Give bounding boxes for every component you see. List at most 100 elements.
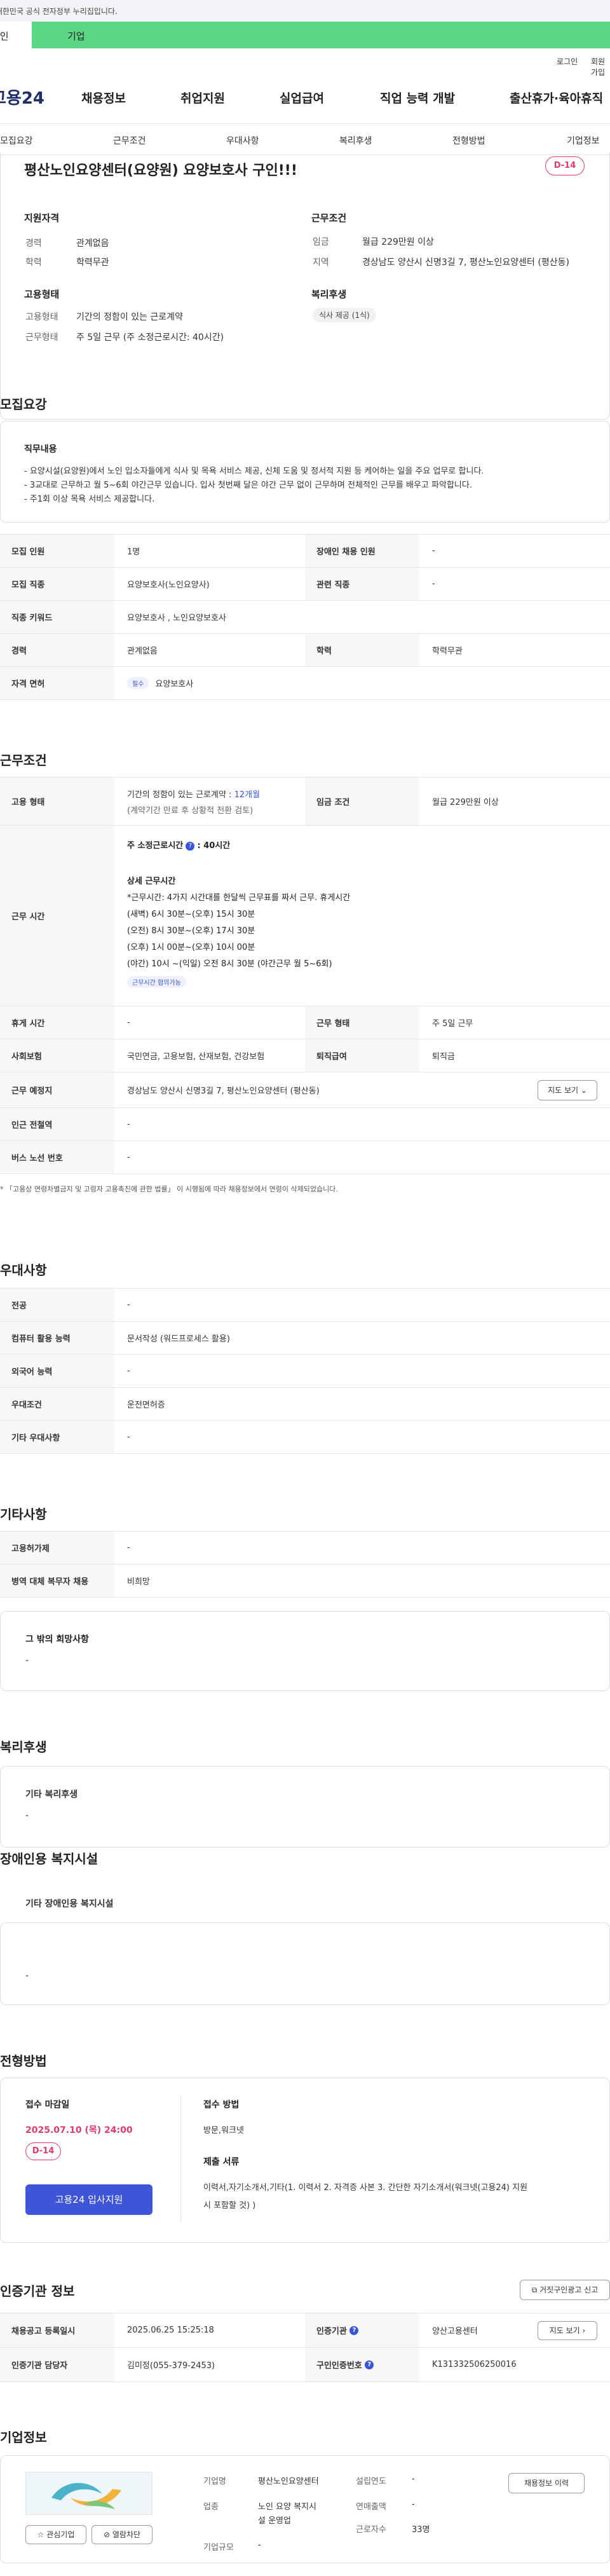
subnav-company[interactable]: 기업정보 — [567, 134, 600, 147]
help-icon[interactable]: ? — [186, 841, 195, 851]
reg-label: 채용공고 등록일시 — [0, 2313, 114, 2347]
major-label: 전공 — [0, 1289, 114, 1321]
detail-line-4: (오후) 1시 00분~(오후) 10시 00분 — [127, 943, 255, 952]
founded-value: - — [412, 2474, 415, 2484]
welfare-pill: 식사 제공 (1식) — [313, 308, 376, 322]
nav-leave[interactable]: 출산휴가·육아휴직 — [510, 89, 603, 106]
detail-title: 상세 근무시간 — [127, 877, 176, 886]
table-row: 휴게 시간 - 근무 형태 주 5일 근무 — [0, 1006, 610, 1039]
insurance-value: 국민연금, 고용보험, 산재보험, 건강보험 — [127, 1052, 265, 1062]
join-link[interactable]: 회원가입 — [591, 56, 610, 78]
keyword-value: 요양보호사 , 노인요양보호사 — [127, 613, 226, 623]
subnav-process[interactable]: 전형방법 — [452, 134, 485, 147]
table-row: 전공 - — [0, 1289, 610, 1322]
welfare-section-title: 복리후생 — [0, 1739, 47, 1755]
career-value: 관계없음 — [76, 238, 109, 249]
help-icon[interactable]: ? — [349, 2326, 359, 2335]
hours-main-label: 주 소정근로시간 — [127, 841, 184, 851]
size-label: 기업규모 — [203, 2543, 234, 2552]
docs-title: 제출 서류 — [203, 2157, 240, 2167]
reg-value: 2025.06.25 15:25:18 — [127, 2326, 214, 2335]
manager-value: 김미정(055-379-2453) — [127, 2361, 215, 2371]
docs-value-2: 시 포함할 것) ) — [203, 2201, 256, 2210]
rest-label: 휴게 시간 — [0, 1006, 114, 1039]
place-label: 근무 예정지 — [0, 1072, 114, 1107]
copy-icon: ⧉ — [531, 2285, 538, 2294]
apply-button[interactable]: 고용24 입사지원 — [25, 2184, 152, 2215]
subnav-pref[interactable]: 우대사항 — [226, 134, 259, 147]
table-row: 근무 시간 주 소정근로시간 ? : 40시간 상세 근무시간 *근무시간: 4… — [0, 826, 610, 1006]
edu-row-label: 학력 — [305, 634, 419, 666]
pref-etc-label: 기타 우대사항 — [0, 1421, 114, 1453]
detail-line-2: (새벽) 6시 30분~(오후) 15시 30분 — [127, 910, 255, 919]
emptype-label: 고용형태 — [25, 312, 58, 322]
lang-label: 외국어 능력 — [0, 1355, 114, 1387]
hours-main-value: : 40시간 — [197, 841, 231, 851]
recruit-section-title: 모집요강 — [0, 397, 47, 412]
disabled-value: - — [432, 546, 435, 556]
subnav-welfare[interactable]: 복리후생 — [339, 134, 372, 147]
num-label: 구인인증번호 — [316, 2361, 362, 2371]
help-icon[interactable]: ? — [365, 2360, 374, 2369]
nav-training[interactable]: 직업 능력 개발 — [380, 89, 455, 106]
nav-unemployment[interactable]: 실업급여 — [280, 89, 324, 106]
nav-employment-support[interactable]: 취업지원 — [180, 89, 225, 106]
map-button[interactable]: 지도 보기 ⌄ — [538, 1080, 597, 1100]
edu-row-value: 학력무관 — [432, 647, 463, 656]
user-type-tabs: 개인 기업 — [0, 22, 610, 48]
career-label: 경력 — [25, 238, 42, 249]
support-value: - — [127, 1543, 130, 1552]
company-name-value: 평산노인요양센터 — [258, 2477, 319, 2486]
site-logo[interactable]: 고용24 — [0, 85, 44, 109]
process-section-title: 전형방법 — [0, 2053, 47, 2069]
tab-company[interactable]: 기업 — [32, 22, 610, 48]
company-name-label: 기업명 — [203, 2477, 226, 2486]
agency-map-button[interactable]: 지도 보기 › — [538, 2321, 597, 2340]
place-value: 경상남도 양산시 신명3길 7, 평산노인요양센터 (평산동) — [127, 1086, 320, 1096]
nav-jobs[interactable]: 채용정보 — [81, 89, 126, 106]
job-title: 평산노인요양센터(요양원) 요양보호사 구인!!! — [24, 163, 297, 179]
dday-badge: D-14 — [545, 156, 585, 175]
other-value: - — [25, 1655, 29, 1666]
block-view-button[interactable]: ⊘ 열람차단 — [92, 2525, 152, 2544]
employees-label: 근로자수 — [356, 2525, 386, 2535]
org-label: 인증기관 — [316, 2327, 347, 2336]
other-card — [0, 1611, 610, 1691]
recruit-history-button[interactable]: 채용정보 이력 — [508, 2473, 585, 2493]
agency-section-title: 인증기관 정보 — [0, 2284, 75, 2299]
subnav-recruit[interactable]: 모집요강 — [0, 134, 33, 147]
bus-value: - — [127, 1153, 130, 1162]
favorite-company-button[interactable]: ☆ 관심기업 — [25, 2525, 86, 2544]
tab-person[interactable]: 개인 — [0, 22, 32, 48]
pref-section-title: 우대사항 — [0, 1263, 47, 1278]
emptype-row-label: 고용 형태 — [0, 778, 114, 825]
login-link[interactable]: 로그인 — [557, 56, 578, 67]
docs-value-1: 이력서,자기소개서,기타(1. 이력서 2. 자격증 사본 3. 간단한 자기소… — [203, 2183, 528, 2193]
chevron-down-icon: ⌄ — [580, 1086, 587, 1095]
military-label: 병역 대체 복무자 채용 — [0, 1565, 114, 1597]
report-fake-ad-button[interactable]: ⧉ 거짓구인광고 신고 — [520, 2280, 610, 2300]
disabled-fac-title: 기타 장애인용 복지시설 — [25, 1899, 114, 1909]
welfare-card — [0, 1766, 610, 1847]
rest-value: - — [127, 1018, 130, 1027]
gov-banner: 이 누리집은 대한민국 공식 전자정부 누리집입니다. — [0, 0, 610, 22]
duty-line-1: - 요양시설(요양원)에서 노인 입소자들에게 식사 및 목욕 서비스 제공, … — [24, 467, 484, 476]
disabled-fac-value: - — [25, 1971, 29, 1981]
related-value: - — [432, 579, 435, 589]
support-label: 고용허가제 — [0, 1531, 114, 1564]
wage-row-label: 임금 조건 — [305, 778, 419, 825]
table-row: 경력 관계없음 학력 학력무관 — [0, 634, 610, 667]
computer-value: 문서작성 (워드프로세스 활용) — [127, 1334, 230, 1344]
detail-line-1: *근무시간: 4가지 시간대를 한달씩 근무표를 짜서 근무. 휴게시간 — [127, 893, 351, 903]
emptype-row-value: 기간의 정함이 있는 근로계약 : — [127, 790, 234, 800]
subnav-work[interactable]: 근무조건 — [113, 134, 146, 147]
headcount-label: 모집 인원 — [0, 535, 114, 567]
company-section-title: 기업정보 — [0, 2430, 47, 2445]
military-value: 비희망 — [127, 1577, 150, 1587]
license-required-badge: 필수 — [127, 677, 149, 689]
duty-line-2: - 3교대로 근무하고 월 5~6회 야간근무 있습니다. 입사 첫번째 달은 … — [24, 481, 472, 490]
pref-etc-value: - — [127, 1432, 130, 1442]
divider — [180, 2095, 181, 2223]
welfare-card-value: - — [25, 1811, 29, 1821]
major-value: - — [127, 1300, 130, 1310]
